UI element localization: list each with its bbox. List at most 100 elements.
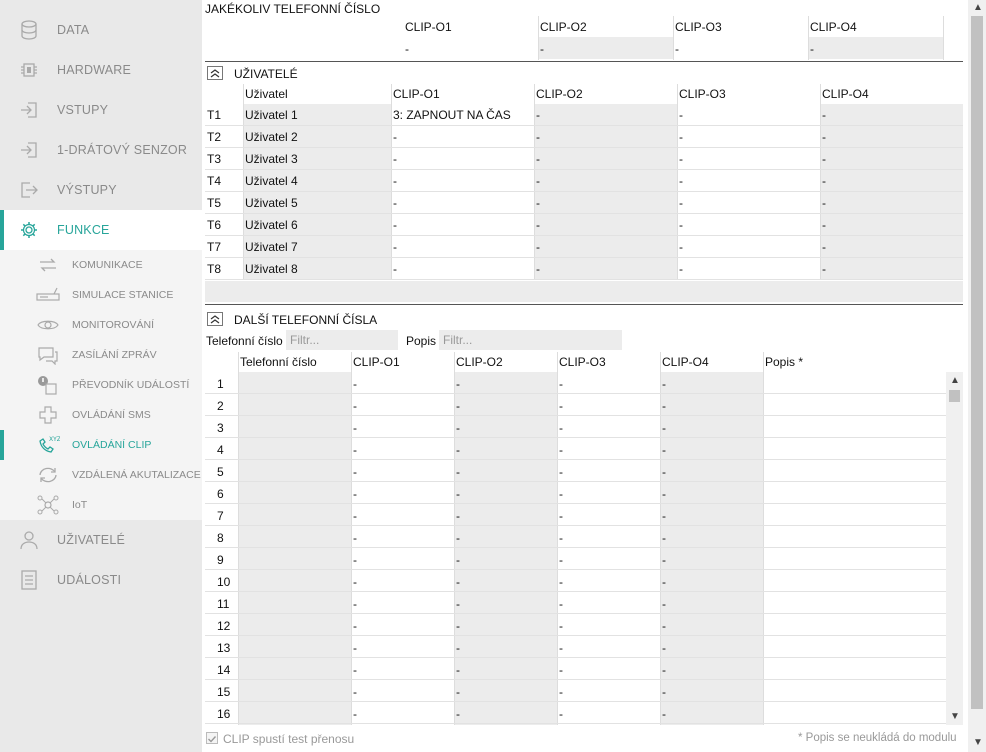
- phone-clip-cell[interactable]: -: [662, 509, 666, 523]
- user-clip-cell[interactable]: -: [679, 240, 683, 254]
- phone-clip-cell[interactable]: -: [662, 553, 666, 567]
- phone-clip-cell[interactable]: -: [456, 377, 460, 391]
- phone-clip-cell[interactable]: -: [559, 597, 563, 611]
- user-clip-cell[interactable]: -: [393, 152, 397, 166]
- phone-number-cell[interactable]: [238, 395, 351, 415]
- sub-item-messaging[interactable]: ZASÍLÁNÍ ZPRÁV: [0, 340, 202, 370]
- phone-clip-cell[interactable]: -: [353, 531, 357, 545]
- user-clip-cell[interactable]: -: [536, 218, 540, 232]
- phone-clip-cell[interactable]: -: [559, 619, 563, 633]
- user-clip-cell[interactable]: -: [822, 218, 826, 232]
- user-clip-cell[interactable]: 3: ZAPNOUT NA ČAS: [393, 108, 511, 122]
- phone-clip-cell[interactable]: -: [559, 663, 563, 677]
- user-clip-cell[interactable]: -: [679, 262, 683, 276]
- phone-number-cell[interactable]: [238, 461, 351, 481]
- phone-description-cell[interactable]: [763, 505, 946, 525]
- phone-clip-cell[interactable]: -: [353, 377, 357, 391]
- user-clip-cell[interactable]: -: [536, 130, 540, 144]
- user-clip-cell[interactable]: -: [536, 240, 540, 254]
- phone-clip-cell[interactable]: -: [559, 487, 563, 501]
- phone-clip-cell[interactable]: -: [559, 685, 563, 699]
- phone-description-cell[interactable]: [763, 593, 946, 613]
- phone-clip-cell[interactable]: -: [559, 707, 563, 721]
- phone-clip-cell[interactable]: -: [353, 487, 357, 501]
- phone-clip-cell[interactable]: -: [353, 663, 357, 677]
- user-clip-cell[interactable]: -: [393, 262, 397, 276]
- phone-clip-cell[interactable]: -: [456, 553, 460, 567]
- filter-description-input[interactable]: Filtr...: [439, 330, 622, 350]
- phone-number-cell[interactable]: [238, 703, 351, 723]
- phone-number-cell[interactable]: [238, 527, 351, 547]
- user-clip-cell[interactable]: -: [393, 240, 397, 254]
- other-phones-collapse-button[interactable]: [207, 312, 223, 326]
- user-clip-cell[interactable]: -: [536, 108, 540, 122]
- phone-number-cell[interactable]: [238, 659, 351, 679]
- phone-clip-cell[interactable]: -: [559, 377, 563, 391]
- sub-item-station-simulation[interactable]: SIMULACE STANICE: [0, 280, 202, 310]
- phone-number-cell[interactable]: [238, 439, 351, 459]
- user-clip-cell[interactable]: -: [822, 196, 826, 210]
- phone-description-cell[interactable]: [763, 395, 946, 415]
- filter-phone-input[interactable]: Filtr...: [286, 330, 398, 350]
- phone-number-cell[interactable]: [238, 637, 351, 657]
- phones-table-scrollbar[interactable]: ▲ ▼: [946, 372, 963, 725]
- user-clip-cell[interactable]: -: [679, 174, 683, 188]
- phone-clip-cell[interactable]: -: [456, 575, 460, 589]
- phone-clip-cell[interactable]: -: [559, 509, 563, 523]
- nav-item-inputs[interactable]: VSTUPY: [0, 90, 202, 130]
- phone-description-cell[interactable]: [763, 527, 946, 547]
- phone-clip-cell[interactable]: -: [559, 421, 563, 435]
- phone-clip-cell[interactable]: -: [456, 465, 460, 479]
- phone-clip-cell[interactable]: -: [662, 619, 666, 633]
- user-clip-cell[interactable]: -: [822, 108, 826, 122]
- user-clip-cell[interactable]: -: [679, 152, 683, 166]
- phone-clip-cell[interactable]: -: [456, 685, 460, 699]
- user-clip-cell[interactable]: -: [822, 174, 826, 188]
- phone-clip-cell[interactable]: -: [662, 399, 666, 413]
- phone-description-cell[interactable]: [763, 483, 946, 503]
- sub-item-event-converter[interactable]: PŘEVODNÍK UDÁLOSTÍ: [0, 370, 202, 400]
- phone-number-cell[interactable]: [238, 417, 351, 437]
- user-clip-cell[interactable]: -: [393, 218, 397, 232]
- page-scroll-up-arrow[interactable]: ▲: [973, 3, 983, 13]
- phone-clip-cell[interactable]: -: [559, 531, 563, 545]
- phone-description-cell[interactable]: [763, 659, 946, 679]
- nav-item-hardware[interactable]: HARDWARE: [0, 50, 202, 90]
- user-clip-cell[interactable]: -: [536, 152, 540, 166]
- phone-clip-cell[interactable]: -: [353, 465, 357, 479]
- phone-clip-cell[interactable]: -: [559, 641, 563, 655]
- users-collapse-button[interactable]: [207, 66, 223, 80]
- user-clip-cell[interactable]: -: [822, 152, 826, 166]
- nav-item-outputs[interactable]: VÝSTUPY: [0, 170, 202, 210]
- phone-number-cell[interactable]: [238, 373, 351, 393]
- phone-clip-cell[interactable]: -: [662, 641, 666, 655]
- phone-clip-cell[interactable]: -: [353, 707, 357, 721]
- phone-clip-cell[interactable]: -: [456, 663, 460, 677]
- phone-description-cell[interactable]: [763, 703, 946, 723]
- page-scroll-down-arrow[interactable]: ▼: [973, 738, 983, 748]
- user-clip-cell[interactable]: -: [679, 130, 683, 144]
- user-clip-cell[interactable]: -: [393, 196, 397, 210]
- phone-number-cell[interactable]: [238, 571, 351, 591]
- phone-description-cell[interactable]: [763, 373, 946, 393]
- phone-clip-cell[interactable]: -: [662, 707, 666, 721]
- any-phone-clip-o2[interactable]: -: [540, 42, 544, 56]
- phone-description-cell[interactable]: [763, 439, 946, 459]
- clip-test-checkbox[interactable]: [206, 732, 218, 744]
- sub-item-clip-control[interactable]: XYZ OVLÁDÁNÍ CLIP: [0, 430, 202, 460]
- user-clip-cell[interactable]: -: [679, 108, 683, 122]
- phone-clip-cell[interactable]: -: [559, 465, 563, 479]
- phone-clip-cell[interactable]: -: [456, 619, 460, 633]
- nav-item-functions[interactable]: FUNKCE: [0, 210, 202, 250]
- phone-clip-cell[interactable]: -: [662, 487, 666, 501]
- phone-number-cell[interactable]: [238, 549, 351, 569]
- phone-clip-cell[interactable]: -: [662, 685, 666, 699]
- phone-number-cell[interactable]: [238, 483, 351, 503]
- phone-description-cell[interactable]: [763, 681, 946, 701]
- page-scrollbar[interactable]: ▲ ▼: [968, 0, 986, 752]
- sub-item-monitoring[interactable]: MONITOROVÁNÍ: [0, 310, 202, 340]
- phone-clip-cell[interactable]: -: [353, 443, 357, 457]
- any-phone-clip-o4[interactable]: -: [810, 42, 814, 56]
- nav-item-1wire-sensor[interactable]: 1-DRÁTOVÝ SENZOR: [0, 130, 202, 170]
- phone-clip-cell[interactable]: -: [456, 509, 460, 523]
